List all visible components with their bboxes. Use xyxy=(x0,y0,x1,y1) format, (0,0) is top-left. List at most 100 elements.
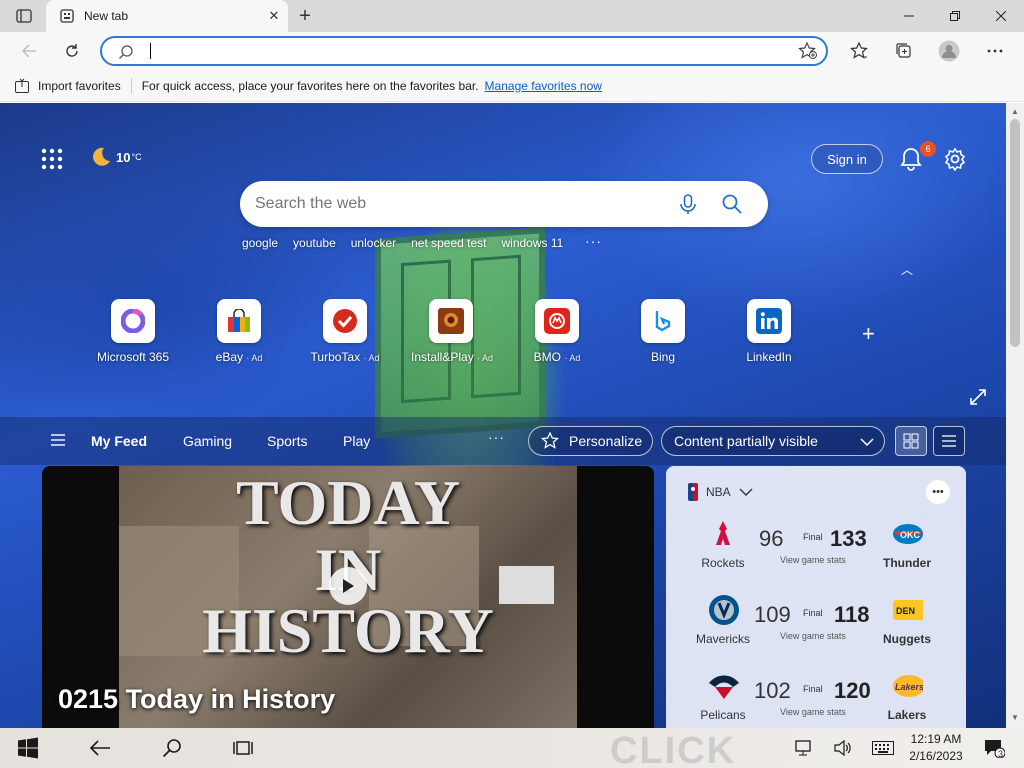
action-center-button[interactable]: 3 xyxy=(979,733,1009,763)
chevron-down-icon xyxy=(739,488,753,496)
new-tab-page: 10°C Sign in 6 google youtube unlocker n… xyxy=(0,103,1006,728)
collections-button[interactable] xyxy=(889,36,919,66)
game-row[interactable]: Mavericks 109 Final 118 View game stats … xyxy=(666,594,966,670)
content-visibility-label: Content partially visible xyxy=(674,433,818,449)
profile-button[interactable] xyxy=(934,36,964,66)
more-tabs-icon[interactable]: ··· xyxy=(488,429,505,445)
hero-video-card[interactable]: TODAY IN HISTORY 0215 Today in History xyxy=(42,466,654,728)
view-game-stats-link[interactable]: View game stats xyxy=(780,555,846,565)
ad-badge: · Ad xyxy=(477,353,494,363)
quick-link-linkedin[interactable]: LinkedIn xyxy=(729,299,809,364)
refresh-button[interactable] xyxy=(57,36,87,66)
trending-item[interactable]: google xyxy=(242,236,278,250)
volume-button[interactable] xyxy=(828,733,858,763)
scroll-down-icon[interactable]: ▼ xyxy=(1011,713,1019,722)
tab-actions-button[interactable] xyxy=(6,4,42,28)
back-button[interactable] xyxy=(14,36,44,66)
quick-link-label: eBay xyxy=(215,350,243,364)
personalize-button[interactable]: Personalize xyxy=(528,426,653,456)
search-button[interactable] xyxy=(157,733,187,763)
tab-title: New tab xyxy=(84,9,129,23)
more-options-icon[interactable]: ••• xyxy=(926,480,950,504)
start-button[interactable] xyxy=(13,733,43,763)
tab-gaming[interactable]: Gaming xyxy=(183,433,232,449)
web-search-box[interactable] xyxy=(240,181,768,227)
address-input[interactable] xyxy=(148,42,748,60)
trending-item[interactable]: windows 11 xyxy=(502,236,564,250)
quick-link-ebay[interactable]: eBay · Ad xyxy=(199,299,279,364)
search-icon xyxy=(162,739,181,758)
task-view-button[interactable] xyxy=(229,733,259,763)
list-layout-button[interactable] xyxy=(933,426,965,456)
ad-badge: · Ad xyxy=(564,353,581,363)
divider xyxy=(130,77,132,94)
away-score: 118 xyxy=(834,602,870,627)
settings-menu-button[interactable] xyxy=(980,36,1010,66)
personalize-label: Personalize xyxy=(569,433,643,449)
import-favorites-button[interactable]: Import favorites xyxy=(14,78,121,94)
list-icon xyxy=(942,435,956,447)
trending-item[interactable]: unlocker xyxy=(351,236,396,250)
quick-link-bmo[interactable]: BMO · Ad xyxy=(517,299,597,364)
gear-icon[interactable] xyxy=(943,147,967,171)
tab-close-icon[interactable]: ✕ xyxy=(260,2,288,30)
system-clock[interactable]: 12:19 AM 2/16/2023 xyxy=(904,731,968,765)
restore-button[interactable] xyxy=(932,0,978,32)
back-button[interactable] xyxy=(85,733,115,763)
chevron-up-icon[interactable]: ︿ xyxy=(901,261,913,278)
web-search-input[interactable] xyxy=(255,194,635,214)
weather-temp: 10 xyxy=(116,149,131,165)
address-bar[interactable] xyxy=(100,36,828,66)
game-row[interactable]: Rockets 96 Final 133 View game stats OKC… xyxy=(666,518,966,594)
content-visibility-dropdown[interactable]: Content partially visible xyxy=(661,426,885,456)
play-button[interactable] xyxy=(329,567,367,605)
quick-link-microsoft-365[interactable]: Microsoft 365 xyxy=(93,299,173,364)
quick-link-install-play[interactable]: Install&Play · Ad xyxy=(411,299,494,364)
quick-link-label: LinkedIn xyxy=(746,350,792,364)
manage-favorites-link[interactable]: Manage favorites now xyxy=(485,79,602,93)
minimize-button[interactable] xyxy=(886,0,932,32)
quick-link-bing[interactable]: Bing xyxy=(623,299,703,364)
tab-my-feed[interactable]: My Feed xyxy=(91,433,147,449)
trending-more-icon[interactable]: ··· xyxy=(585,233,602,249)
scroll-up-icon[interactable]: ▲ xyxy=(1011,107,1019,116)
taskbar-wallpaper-text: CLICK xyxy=(610,730,737,768)
view-game-stats-link[interactable]: View game stats xyxy=(780,631,846,641)
favorites-button[interactable] xyxy=(844,36,874,66)
grid-layout-button[interactable] xyxy=(895,426,927,456)
quick-link-label: TurboTax xyxy=(310,350,361,364)
tab-new-tab[interactable]: New tab ✕ xyxy=(46,0,288,32)
team-name: Thunder xyxy=(883,556,931,570)
keyboard-button[interactable] xyxy=(868,733,898,763)
game-row[interactable]: Pelicans 102 Final 120 View game stats L… xyxy=(666,670,966,728)
linkedin-logo-icon xyxy=(747,299,791,343)
tab-sports[interactable]: Sports xyxy=(267,433,307,449)
team-name: Nuggets xyxy=(883,632,931,646)
team-name: Pelicans xyxy=(700,708,746,722)
tab-play[interactable]: Play xyxy=(343,433,370,449)
hero-title[interactable]: 0215 Today in History xyxy=(58,684,335,715)
team-home: Mavericks xyxy=(691,594,755,646)
hamburger-menu-icon[interactable] xyxy=(51,434,65,446)
page-scrollbar[interactable]: ▲ ▼ xyxy=(1006,103,1024,728)
favorites-bar: Import favorites For quick access, place… xyxy=(0,70,1024,102)
import-icon xyxy=(15,78,29,93)
new-tab-button[interactable]: + xyxy=(292,4,318,28)
weather-widget[interactable]: 10 °C xyxy=(90,146,142,168)
sign-in-button[interactable]: Sign in xyxy=(811,144,883,174)
league-selector[interactable]: NBA xyxy=(688,483,753,501)
add-favorite-icon[interactable] xyxy=(798,42,818,60)
expand-icon[interactable] xyxy=(970,389,986,405)
feed-navigation: My Feed Gaming Sports Play ··· Personali… xyxy=(0,417,1006,465)
scrollbar-thumb[interactable] xyxy=(1010,119,1020,347)
search-icon[interactable] xyxy=(721,193,743,215)
quick-link-turbotax[interactable]: TurboTax · Ad xyxy=(305,299,385,364)
trending-item[interactable]: net speed test xyxy=(411,236,486,250)
close-window-button[interactable] xyxy=(978,0,1024,32)
network-button[interactable] xyxy=(789,733,819,763)
view-game-stats-link[interactable]: View game stats xyxy=(780,707,846,717)
microphone-icon[interactable] xyxy=(677,193,699,215)
app-launcher-icon[interactable] xyxy=(41,148,63,170)
trending-item[interactable]: youtube xyxy=(293,236,336,250)
add-quick-link-icon[interactable]: + xyxy=(862,321,875,347)
